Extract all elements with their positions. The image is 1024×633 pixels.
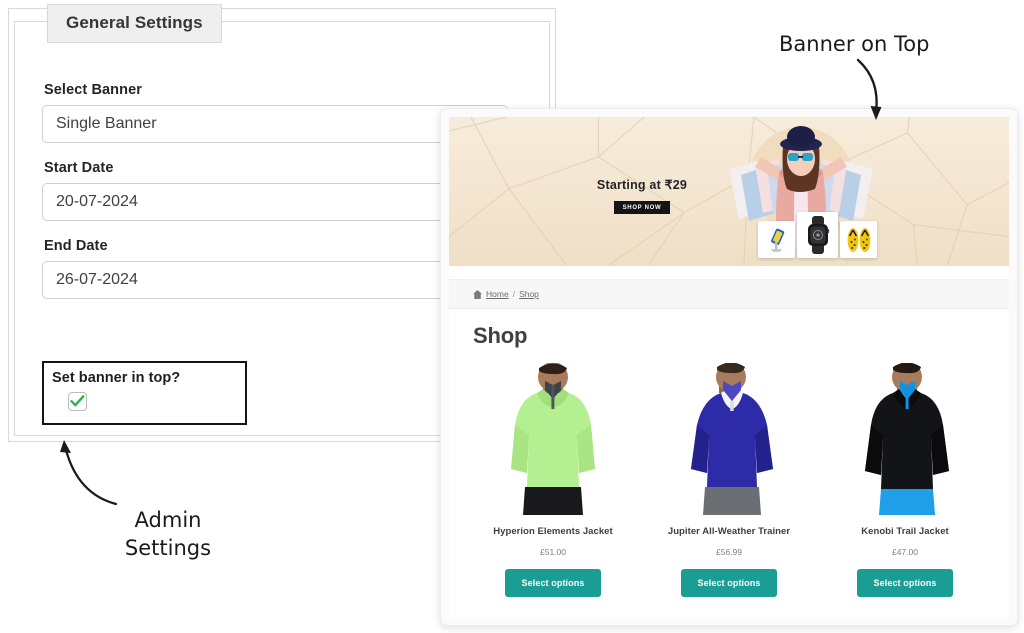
product-image-hyperion-elements-jacket[interactable] <box>465 363 641 515</box>
select-banner-input[interactable]: Single Banner <box>42 105 508 143</box>
thumbnail-phone-stand <box>758 221 795 258</box>
select-banner-label: Select Banner <box>44 82 143 98</box>
banner-copy: Starting at ₹29 SHOP NOW <box>577 177 707 214</box>
breadcrumb-separator: / <box>512 289 516 299</box>
product-photo <box>511 363 595 515</box>
tab-general-settings[interactable]: General Settings <box>47 4 222 43</box>
banner-product-thumbnails <box>758 212 877 258</box>
tab-general-settings-label: General Settings <box>66 13 203 32</box>
start-date-value: 20-07-2024 <box>56 193 138 210</box>
product-photo <box>865 363 949 515</box>
product-card: Hyperion Elements Jacket £51.00 Select o… <box>465 363 641 597</box>
page-title: Shop <box>473 323 528 348</box>
start-date-input[interactable]: 20-07-2024 <box>42 183 508 221</box>
product-card: Kenobi Trail Jacket £47.00 Select option… <box>817 363 993 597</box>
product-price: £51.00 <box>540 547 566 557</box>
product-image-jupiter-all-weather-trainer[interactable] <box>641 363 817 515</box>
product-name: Hyperion Elements Jacket <box>493 526 613 537</box>
checkmark-icon <box>70 395 85 407</box>
select-options-button[interactable]: Select options <box>680 569 778 597</box>
banner-headline: Starting at ₹29 <box>596 178 688 192</box>
shop-preview-panel: Starting at ₹29 SHOP NOW Home / Shop Sho… <box>440 108 1018 626</box>
breadcrumb-shop-link[interactable]: Shop <box>519 289 539 299</box>
shop-now-button[interactable]: SHOP NOW <box>613 201 671 214</box>
product-price: £56.99 <box>716 547 742 557</box>
end-date-value: 26-07-2024 <box>56 271 138 288</box>
set-banner-in-top-label: Set banner in top? <box>52 370 181 386</box>
promo-banner[interactable]: Starting at ₹29 SHOP NOW <box>449 117 1009 266</box>
arrow-to-banner <box>856 58 882 120</box>
set-banner-in-top-checkbox[interactable] <box>68 392 87 411</box>
product-name: Jupiter All-Weather Trainer <box>667 526 791 537</box>
set-banner-in-top-group: Set banner in top? <box>42 361 247 425</box>
end-date-input[interactable]: 26-07-2024 <box>42 261 508 299</box>
shop-preview-viewport: Starting at ₹29 SHOP NOW Home / Shop Sho… <box>449 117 1009 617</box>
product-name: Kenobi Trail Jacket <box>861 526 949 537</box>
breadcrumb-home-link[interactable]: Home <box>486 289 509 299</box>
select-banner-value: Single Banner <box>56 115 157 132</box>
thumbnail-smartwatch <box>797 212 838 258</box>
product-image-kenobi-trail-jacket[interactable] <box>817 363 993 515</box>
product-grid: Hyperion Elements Jacket £51.00 Select o… <box>449 363 1009 597</box>
set-banner-in-top-checkbox-wrap <box>68 392 245 411</box>
breadcrumb: Home / Shop <box>449 279 1009 309</box>
annotation-admin-line2: Settings <box>124 536 212 560</box>
product-card: Jupiter All-Weather Trainer £56.99 Selec… <box>641 363 817 597</box>
home-icon <box>473 289 482 299</box>
annotation-admin-settings: Admin Settings <box>113 506 223 562</box>
thumbnail-flip-flops <box>840 221 877 258</box>
select-options-button[interactable]: Select options <box>856 569 954 597</box>
product-photo <box>691 363 773 515</box>
annotation-banner-on-top: Banner on Top <box>779 32 930 56</box>
annotation-admin-line1: Admin <box>134 508 202 532</box>
product-price: £47.00 <box>892 547 918 557</box>
select-options-button[interactable]: Select options <box>504 569 602 597</box>
arrow-to-admin-settings <box>60 440 118 506</box>
